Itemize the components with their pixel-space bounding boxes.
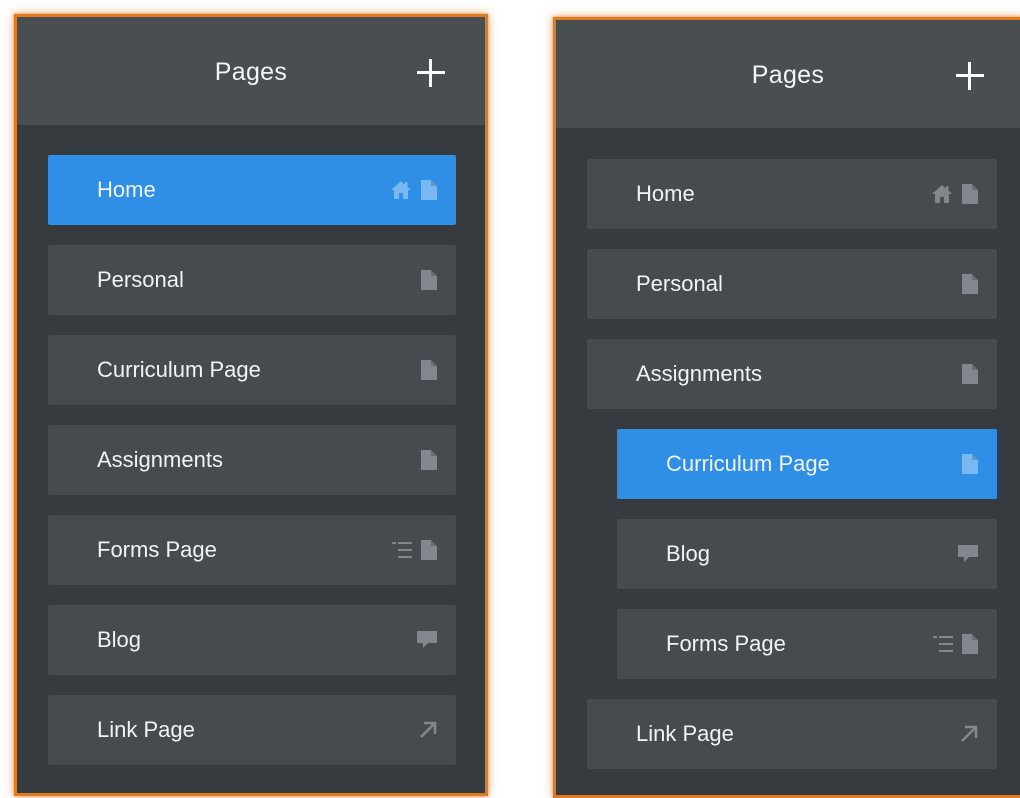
home-icon bbox=[390, 180, 412, 200]
page-item-personal[interactable]: Personal bbox=[587, 249, 997, 319]
pages-header: Pages bbox=[17, 17, 485, 125]
page-item-label: Personal bbox=[97, 267, 184, 292]
page-item-label: Forms Page bbox=[97, 537, 217, 562]
page-item-blog[interactable]: Blog bbox=[617, 519, 997, 589]
page-item-icons bbox=[933, 609, 979, 679]
panel-title: Pages bbox=[214, 58, 288, 86]
plus-icon[interactable] bbox=[417, 59, 445, 87]
panel-title: Pages bbox=[751, 61, 825, 89]
page-item-personal[interactable]: Personal bbox=[48, 245, 456, 315]
page-item-icons bbox=[420, 335, 438, 405]
home-icon bbox=[931, 184, 953, 204]
comment-icon bbox=[416, 630, 438, 650]
form-list-icon bbox=[392, 541, 412, 559]
pages-panel-left: Pages Home Personal Curriculum Page Assignm… bbox=[14, 14, 488, 796]
page-item-assignments[interactable]: Assignments bbox=[48, 425, 456, 495]
page-item-icons bbox=[420, 245, 438, 315]
page-item-label: Link Page bbox=[636, 721, 734, 746]
page-item-icons bbox=[957, 519, 979, 589]
page-item-label: Personal bbox=[636, 271, 723, 296]
page-item-forms-page[interactable]: Forms Page bbox=[48, 515, 456, 585]
page-item-icons bbox=[390, 155, 438, 225]
page-item-label: Forms Page bbox=[666, 631, 786, 656]
page-icon bbox=[420, 449, 438, 471]
page-item-home[interactable]: Home bbox=[48, 155, 456, 225]
page-item-icons bbox=[959, 699, 979, 769]
form-list-icon bbox=[933, 635, 953, 653]
page-item-icons bbox=[418, 695, 438, 765]
page-item-label: Link Page bbox=[97, 717, 195, 742]
page-icon bbox=[961, 363, 979, 385]
page-item-label: Assignments bbox=[636, 361, 762, 386]
page-item-label: Home bbox=[636, 181, 695, 206]
external-link-icon bbox=[959, 724, 979, 744]
pages-header: Pages bbox=[556, 20, 1020, 128]
page-icon bbox=[961, 633, 979, 655]
page-item-link-page[interactable]: Link Page bbox=[48, 695, 456, 765]
page-icon bbox=[961, 183, 979, 205]
external-link-icon bbox=[418, 720, 438, 740]
pages-panel-right: Pages Home Personal Assignments Curriculum … bbox=[553, 17, 1020, 798]
page-item-label: Curriculum Page bbox=[97, 357, 261, 382]
page-item-icons bbox=[416, 605, 438, 675]
page-item-icons bbox=[392, 515, 438, 585]
page-item-label: Blog bbox=[97, 627, 142, 652]
page-item-icons bbox=[961, 249, 979, 319]
page-item-forms-page[interactable]: Forms Page bbox=[617, 609, 997, 679]
page-item-icons bbox=[961, 339, 979, 409]
page-item-label: Blog bbox=[666, 541, 711, 566]
page-item-blog[interactable]: Blog bbox=[48, 605, 456, 675]
page-item-curriculum-page[interactable]: Curriculum Page bbox=[48, 335, 456, 405]
page-item-icons bbox=[420, 425, 438, 495]
page-item-icons bbox=[931, 159, 979, 229]
page-icon bbox=[420, 179, 438, 201]
page-item-assignments[interactable]: Assignments bbox=[587, 339, 997, 409]
page-icon bbox=[420, 539, 438, 561]
page-icon bbox=[420, 269, 438, 291]
comment-icon bbox=[957, 544, 979, 564]
page-icon bbox=[961, 273, 979, 295]
page-item-curriculum-page[interactable]: Curriculum Page bbox=[617, 429, 997, 499]
page-item-label: Home bbox=[97, 177, 156, 202]
page-item-icons bbox=[961, 429, 979, 499]
page-item-home[interactable]: Home bbox=[587, 159, 997, 229]
page-item-label: Assignments bbox=[97, 447, 223, 472]
plus-icon[interactable] bbox=[956, 62, 984, 90]
page-item-label: Curriculum Page bbox=[666, 451, 830, 476]
page-icon bbox=[420, 359, 438, 381]
page-icon bbox=[961, 453, 979, 475]
page-item-link-page[interactable]: Link Page bbox=[587, 699, 997, 769]
